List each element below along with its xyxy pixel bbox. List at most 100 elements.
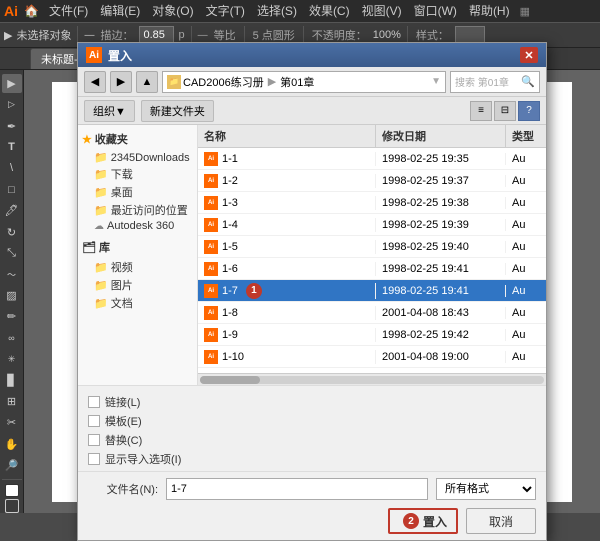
file-row[interactable]: Ai1-41998-02-25 19:39Au [198,214,546,236]
blend-tool[interactable]: ∞ [2,328,22,347]
organize-button[interactable]: 组织▼ [84,100,135,122]
help-button[interactable]: ? [518,101,540,121]
tree-item-downloads[interactable]: 📁 2345Downloads [82,150,193,165]
select-tool[interactable]: ▶ [2,74,22,93]
list-view-button[interactable]: ≡ [470,101,492,121]
eyedropper-tool[interactable]: ✏ [2,307,22,326]
warp-tool[interactable]: 〜 [2,265,22,284]
menu-edit[interactable]: 编辑(E) [94,0,146,22]
library-header[interactable]: 🗂 库 [82,239,193,255]
up-button[interactable]: ▲ [136,71,158,93]
badge-1: 1 [246,283,262,299]
new-folder-button[interactable]: 新建文件夹 [141,100,214,122]
forward-button[interactable]: ▶ [110,71,132,93]
symbol-tool[interactable]: ✳ [2,350,22,369]
cancel-button[interactable]: 取消 [466,508,536,534]
artboard-tool[interactable]: ⊞ [2,392,22,411]
file-row[interactable]: Ai1-31998-02-25 19:38Au [198,192,546,214]
line-tool[interactable]: \ [2,159,22,178]
file-row[interactable]: Ai1-11998-02-25 19:35Au [198,148,546,170]
file-row[interactable]: Ai1-102001-04-08 19:00Au [198,346,546,368]
rect-tool[interactable]: □ [2,180,22,199]
direct-select-tool[interactable]: ▷ [2,95,22,114]
file-date-cell: 2001-04-08 18:43 [376,307,506,319]
file-type-icon: Ai [204,328,218,342]
stroke-icon: — [84,30,94,41]
scroll-thumb[interactable] [200,376,260,384]
menu-text[interactable]: 文字(T) [200,0,251,22]
tree-item-docs[interactable]: 📁 文档 [82,294,193,312]
column-tool[interactable]: ▊ [2,371,22,390]
file-name: 1-8 [222,307,238,319]
dialog-overlay: Ai 置入 ✕ ◀ ▶ ▲ 📁 CAD2006练习册 ▶ 第01章 ▼ [24,70,600,513]
menu-bar: Ai 🏠 文件(F) 编辑(E) 对象(O) 文字(T) 选择(S) 效果(C)… [0,0,600,22]
hand-tool[interactable]: ✋ [2,434,22,453]
bottom-section: 文件名(N): 所有格式 2 置入 取消 [78,471,546,540]
slice-tool[interactable]: ✂ [2,413,22,432]
filename-input[interactable] [166,478,428,500]
file-row[interactable]: Ai1-91998-02-25 19:42Au [198,324,546,346]
tree-item-pictures[interactable]: 📁 图片 [82,276,193,294]
style-label: 样式： [414,27,451,43]
tree-item-desktop[interactable]: 📁 桌面 [82,183,193,201]
menu-object[interactable]: 对象(O) [146,0,199,22]
menu-view[interactable]: 视图(V) [356,0,408,22]
horizontal-scrollbar[interactable] [198,373,546,385]
file-row[interactable]: Ai1-61998-02-25 19:41Au [198,258,546,280]
tree-label: Autodesk 360 [107,220,174,232]
replace-checkbox[interactable] [88,434,100,446]
col-type-header: 类型 [506,125,546,147]
folder-icon: 📁 [94,151,108,164]
zoom-tool[interactable]: 🔎 [2,456,22,475]
file-type-icon: Ai [204,240,218,254]
options-checkbox[interactable] [88,453,100,465]
place-button-label: 置入 [423,513,447,530]
format-select[interactable]: 所有格式 [436,478,536,500]
favorites-header[interactable]: ★ 收藏夹 [82,131,193,147]
link-checkbox[interactable] [88,396,100,408]
details-view-button[interactable]: ⊟ [494,101,516,121]
file-list-area: 名称 修改日期 类型 Ai1-11998-02-25 19:35AuAi1-21… [198,125,546,385]
stroke-label: 描边： [98,27,135,43]
checkbox-options: 显示导入选项(I) [88,451,536,467]
path-dropdown-icon[interactable]: ▼ [431,76,441,87]
file-type-cell: Au [506,219,546,231]
checkbox-replace: 替换(C) [88,432,536,448]
file-name-cell: Ai1-71 [198,283,376,299]
star-icon: ★ [82,133,92,146]
tree-item-xiazai[interactable]: 📁 下载 [82,165,193,183]
menu-home-icon[interactable]: 🏠 [24,4,39,18]
menu-help[interactable]: 帮助(H) [463,0,516,22]
tree-item-recent[interactable]: 📁 最近访问的位置 [82,201,193,219]
tree-item-video[interactable]: 📁 视频 [82,258,193,276]
file-row[interactable]: Ai1-51998-02-25 19:40Au [198,236,546,258]
file-row[interactable]: Ai1-711998-02-25 19:41Au [198,280,546,302]
file-row[interactable]: Ai1-21998-02-25 19:37Au [198,170,546,192]
dialog-close-button[interactable]: ✕ [520,47,538,63]
menu-window[interactable]: 窗口(W) [408,0,463,22]
file-name: 1-4 [222,219,238,231]
file-type-icon: Ai [204,262,218,276]
gradient-tool[interactable]: ▨ [2,286,22,305]
file-type-icon: Ai [204,284,218,298]
pen-tool[interactable]: ✒ [2,116,22,135]
stroke-color[interactable] [5,499,19,513]
fill-color[interactable] [5,484,19,498]
file-row[interactable]: Ai1-82001-04-08 18:43Au [198,302,546,324]
type-tool[interactable]: T [2,138,22,157]
tree-item-autodesk[interactable]: ☁ Autodesk 360 [82,219,193,233]
template-checkbox[interactable] [88,415,100,427]
back-button[interactable]: ◀ [84,71,106,93]
menu-select[interactable]: 选择(S) [251,0,303,22]
menu-effect[interactable]: 效果(C) [303,0,356,22]
file-name: 1-2 [222,175,238,187]
menu-file[interactable]: 文件(F) [43,0,94,22]
brush-tool[interactable]: 🖊 [2,201,22,220]
scale-tool[interactable]: ⤡ [2,244,22,263]
points-label: 5 点圆形 [251,27,297,43]
link-label: 链接(L) [105,394,140,410]
file-type-cell: Au [506,329,546,341]
rotate-tool[interactable]: ↻ [2,222,22,241]
ratio-icon: — [198,30,208,41]
place-button[interactable]: 2 置入 [388,508,458,534]
